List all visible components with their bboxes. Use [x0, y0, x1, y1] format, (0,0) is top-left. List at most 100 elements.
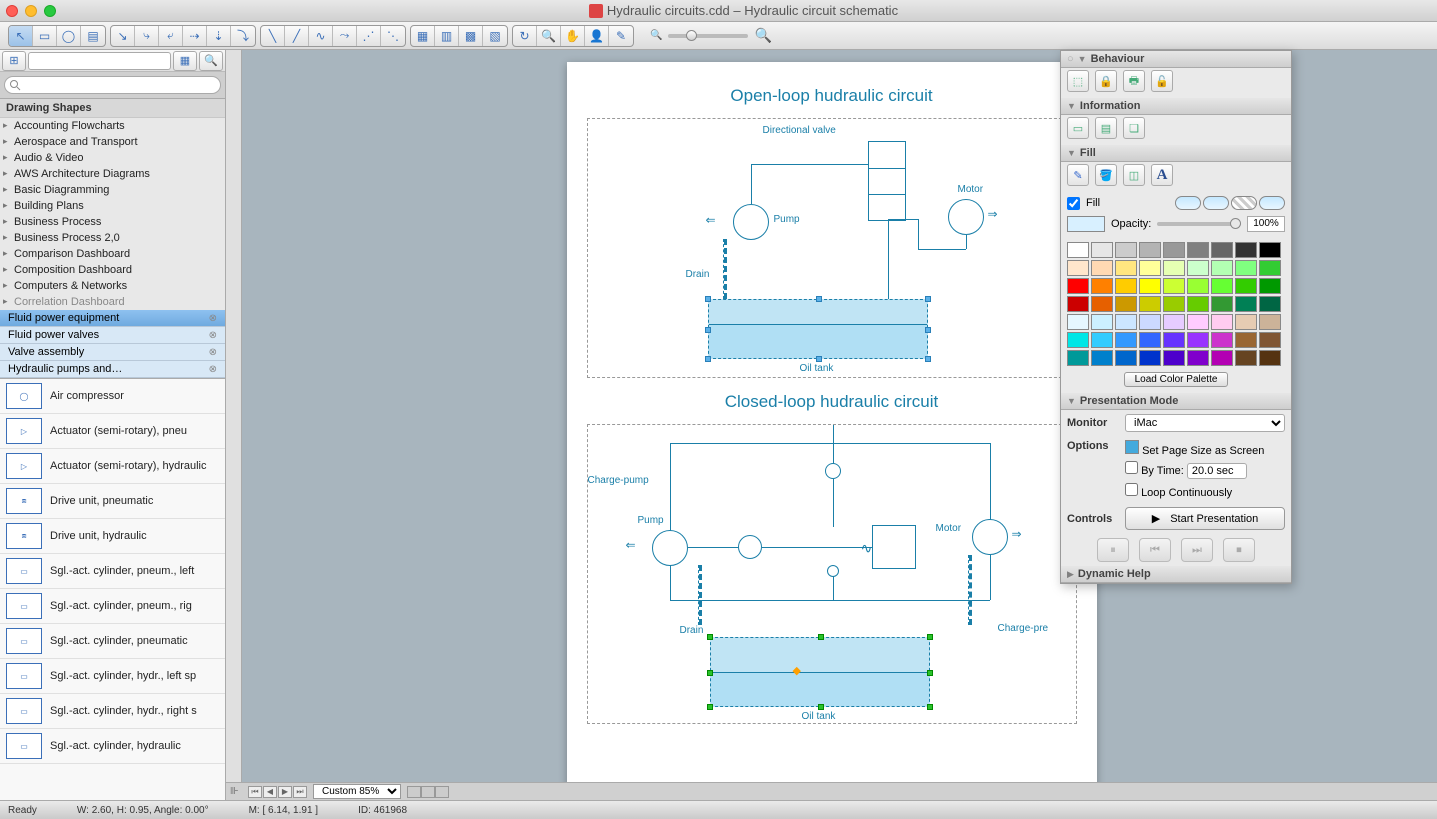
palette-swatch[interactable] [1211, 350, 1233, 366]
opacity-thumb[interactable] [1230, 218, 1241, 229]
library-category[interactable]: Comparison Dashboard [0, 246, 225, 262]
pump-shape[interactable] [733, 204, 769, 240]
palette-swatch[interactable] [1067, 278, 1089, 294]
palette-swatch[interactable] [1259, 260, 1281, 276]
palette-swatch[interactable] [1259, 332, 1281, 348]
pan-tool[interactable]: ✋ [561, 26, 585, 46]
palette-swatch[interactable] [1211, 314, 1233, 330]
fill-style-icon[interactable]: 🪣 [1095, 164, 1117, 186]
inspector-section-fill[interactable]: ▼Fill [1061, 145, 1291, 162]
library-filter-field[interactable] [28, 52, 171, 70]
close-window-button[interactable] [6, 5, 18, 17]
user-tool[interactable]: 👤 [585, 26, 609, 46]
shape-item[interactable]: ⧈Drive unit, hydraulic [0, 519, 225, 554]
hscroll-left-icon[interactable]: ⊪ [230, 786, 242, 797]
palette-swatch[interactable] [1091, 260, 1113, 276]
palette-swatch[interactable] [1115, 260, 1137, 276]
palette-swatch[interactable] [1259, 278, 1281, 294]
palette-swatch[interactable] [1211, 260, 1233, 276]
library-category[interactable]: Correlation Dashboard [0, 294, 225, 310]
text-style-icon[interactable]: A [1151, 164, 1173, 186]
palette-swatch[interactable] [1139, 260, 1161, 276]
behaviour-print-icon[interactable]: 🖶 [1123, 70, 1145, 92]
palette-swatch[interactable] [1115, 350, 1137, 366]
palette-swatch[interactable] [1163, 350, 1185, 366]
shape-item[interactable]: ▷Actuator (semi-rotary), hydraulic [0, 449, 225, 484]
palette-swatch[interactable] [1235, 278, 1257, 294]
palette-swatch[interactable] [1187, 332, 1209, 348]
inspector-section-presentation[interactable]: ▼Presentation Mode [1061, 393, 1291, 410]
palette-swatch[interactable] [1067, 260, 1089, 276]
align-1[interactable]: ▦ [411, 26, 435, 46]
shape-item[interactable]: ▭Sgl.-act. cylinder, hydr., left sp [0, 659, 225, 694]
shape-item[interactable]: ▭Sgl.-act. cylinder, pneum., rig [0, 589, 225, 624]
palette-swatch[interactable] [1235, 296, 1257, 312]
zoom-track[interactable] [668, 34, 748, 38]
gradient-linear-button[interactable] [1203, 196, 1229, 210]
page-last-button[interactable]: ⏭ [293, 786, 307, 798]
open-library-item[interactable]: Fluid power valves⊗ [0, 327, 225, 344]
palette-swatch[interactable] [1235, 242, 1257, 258]
page-tab[interactable] [407, 786, 421, 798]
palette-swatch[interactable] [1139, 350, 1161, 366]
pause-button[interactable]: ⏸ [1097, 538, 1129, 562]
palette-swatch[interactable] [1211, 242, 1233, 258]
inspector-section-dynamic-help[interactable]: ▶Dynamic Help [1061, 566, 1291, 583]
palette-swatch[interactable] [1187, 242, 1209, 258]
charge-pump-shape[interactable] [738, 535, 762, 559]
by-time-checkbox[interactable] [1125, 461, 1138, 474]
page-tab[interactable] [435, 786, 449, 798]
inspector-section-information[interactable]: ▼Information [1061, 98, 1291, 115]
library-category[interactable]: Basic Diagramming [0, 182, 225, 198]
library-category[interactable]: Audio & Video [0, 150, 225, 166]
current-fill-swatch[interactable] [1067, 216, 1105, 232]
behaviour-unlock-icon[interactable]: 🔓 [1151, 70, 1173, 92]
oil-tank-2-selected[interactable]: ◆ [710, 637, 930, 707]
palette-swatch[interactable] [1115, 332, 1137, 348]
library-category[interactable]: Accounting Flowcharts [0, 118, 225, 134]
connector-3[interactable]: ⤶ [159, 26, 183, 46]
zoom-window-button[interactable] [44, 5, 56, 17]
load-palette-button[interactable]: Load Color Palette [1124, 372, 1229, 387]
shape-item[interactable]: ▭Sgl.-act. cylinder, hydr., right s [0, 694, 225, 729]
palette-swatch[interactable] [1259, 242, 1281, 258]
text-tool[interactable]: ▤ [81, 26, 105, 46]
palette-swatch[interactable] [1235, 314, 1257, 330]
palette-swatch[interactable] [1067, 350, 1089, 366]
line-4[interactable]: ⤳ [333, 26, 357, 46]
palette-swatch[interactable] [1091, 242, 1113, 258]
motor2-shape[interactable] [972, 519, 1008, 555]
palette-swatch[interactable] [1235, 260, 1257, 276]
tree-view-button[interactable]: ⊞ [2, 51, 26, 71]
palette-swatch[interactable] [1211, 278, 1233, 294]
palette-swatch[interactable] [1139, 242, 1161, 258]
behaviour-resize-icon[interactable]: ⬚ [1067, 70, 1089, 92]
palette-swatch[interactable] [1187, 350, 1209, 366]
palette-swatch[interactable] [1259, 350, 1281, 366]
gradient-radial-button[interactable] [1259, 196, 1285, 210]
shape-item[interactable]: ▭Sgl.-act. cylinder, hydraulic [0, 729, 225, 764]
connector-2[interactable]: ⤷ [135, 26, 159, 46]
refresh-tool[interactable]: ↻ [513, 26, 537, 46]
monitor-select[interactable]: iMac [1125, 414, 1285, 432]
palette-swatch[interactable] [1163, 242, 1185, 258]
shape-item[interactable]: ⧈Drive unit, pneumatic [0, 484, 225, 519]
palette-swatch[interactable] [1235, 332, 1257, 348]
motor-shape[interactable] [948, 199, 984, 235]
palette-swatch[interactable] [1163, 278, 1185, 294]
close-icon[interactable]: ⊗ [209, 313, 217, 324]
ellipse-tool[interactable]: ◯ [57, 26, 81, 46]
palette-swatch[interactable] [1187, 296, 1209, 312]
page-next-button[interactable]: ▶ [278, 786, 292, 798]
pointer-tool[interactable]: ↖ [9, 26, 33, 46]
palette-swatch[interactable] [1115, 296, 1137, 312]
shadow-style-icon[interactable]: ◫ [1123, 164, 1145, 186]
pump2-shape[interactable] [652, 530, 688, 566]
palette-swatch[interactable] [1067, 332, 1089, 348]
connector-5[interactable]: ⇣ [207, 26, 231, 46]
zoom-tool[interactable]: 🔍 [537, 26, 561, 46]
palette-swatch[interactable] [1187, 314, 1209, 330]
gradient-solid-button[interactable] [1175, 196, 1201, 210]
info-layers-icon[interactable]: ❏ [1123, 117, 1145, 139]
line-1[interactable]: ╲ [261, 26, 285, 46]
